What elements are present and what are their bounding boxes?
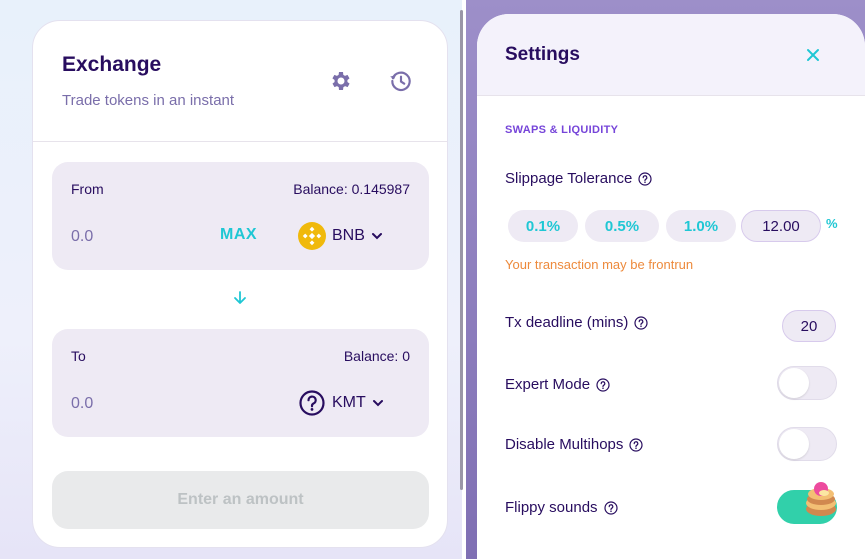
slippage-option-1-0[interactable]: 1.0% bbox=[666, 210, 736, 242]
close-button[interactable] bbox=[802, 44, 824, 66]
slippage-tolerance-label: Slippage Tolerance bbox=[505, 170, 652, 187]
section-label: SWAPS & LIQUIDITY bbox=[505, 124, 619, 136]
help-icon[interactable] bbox=[634, 315, 648, 330]
tx-deadline-label: Tx deadline (mins) bbox=[505, 314, 648, 331]
slippage-unit: % bbox=[826, 216, 838, 231]
history-button[interactable] bbox=[387, 67, 415, 95]
tx-deadline-input[interactable] bbox=[782, 310, 836, 342]
close-icon bbox=[807, 49, 819, 61]
chevron-down-icon bbox=[372, 400, 383, 407]
to-token-panel: To Balance: 0 0.0 KMT bbox=[52, 329, 429, 437]
from-token-name: BNB bbox=[332, 227, 365, 244]
settings-header: Settings bbox=[477, 14, 865, 96]
exchange-subtitle: Trade tokens in an instant bbox=[62, 92, 235, 109]
exchange-header: Exchange Trade tokens in an instant bbox=[33, 21, 447, 142]
gear-icon bbox=[332, 72, 350, 90]
to-token-select[interactable]: KMT bbox=[298, 387, 384, 419]
toggle-knob bbox=[779, 429, 809, 459]
toggle-knob bbox=[804, 479, 838, 519]
bnb-icon bbox=[298, 222, 326, 250]
window-divider bbox=[460, 10, 463, 490]
disable-multihops-label: Disable Multihops bbox=[505, 436, 643, 453]
slippage-option-0-1[interactable]: 0.1% bbox=[508, 210, 578, 242]
from-token-panel: From Balance: 0.145987 0.0 MAX BNB bbox=[52, 162, 429, 270]
max-button[interactable]: MAX bbox=[220, 226, 257, 244]
settings-title: Settings bbox=[505, 44, 580, 65]
help-icon[interactable] bbox=[603, 500, 618, 515]
settings-modal: Settings SWAPS & LIQUIDITY Slippage Tole… bbox=[477, 14, 865, 559]
tx-deadline-text: Tx deadline (mins) bbox=[505, 314, 629, 331]
flippy-sounds-label: Flippy sounds bbox=[505, 499, 618, 516]
expert-mode-toggle[interactable] bbox=[777, 366, 837, 400]
to-balance: Balance: 0 bbox=[343, 348, 410, 364]
arrow-down-icon bbox=[234, 291, 246, 304]
settings-gear-button[interactable] bbox=[326, 67, 354, 95]
help-icon[interactable] bbox=[638, 171, 652, 186]
slippage-option-0-5[interactable]: 0.5% bbox=[585, 210, 659, 242]
slippage-custom-input[interactable] bbox=[741, 210, 821, 242]
to-token-name: KMT bbox=[332, 394, 366, 411]
flippy-sounds-text: Flippy sounds bbox=[505, 499, 598, 516]
help-icon[interactable] bbox=[629, 437, 643, 452]
disable-multihops-text: Disable Multihops bbox=[505, 436, 624, 453]
toggle-knob bbox=[779, 368, 809, 398]
swap-direction-button[interactable] bbox=[230, 288, 250, 308]
from-balance: Balance: 0.145987 bbox=[293, 181, 410, 197]
chevron-down-icon bbox=[371, 233, 382, 240]
flippy-sounds-toggle[interactable] bbox=[777, 482, 837, 524]
pancake-icon bbox=[806, 482, 836, 516]
from-token-select[interactable]: BNB bbox=[298, 220, 383, 252]
slippage-tolerance-text: Slippage Tolerance bbox=[505, 170, 633, 187]
from-label: From bbox=[71, 181, 104, 197]
exchange-title: Exchange bbox=[62, 53, 162, 76]
expert-mode-label: Expert Mode bbox=[505, 376, 610, 393]
from-amount-input[interactable]: 0.0 bbox=[71, 228, 93, 246]
help-icon[interactable] bbox=[596, 377, 610, 392]
question-circle-icon bbox=[299, 390, 325, 416]
to-label: To bbox=[71, 348, 86, 364]
to-amount-input[interactable]: 0.0 bbox=[71, 395, 93, 413]
enter-amount-button[interactable]: Enter an amount bbox=[52, 471, 429, 529]
history-icon bbox=[390, 71, 411, 92]
disable-multihops-toggle[interactable] bbox=[777, 427, 837, 461]
expert-mode-text: Expert Mode bbox=[505, 376, 591, 393]
frontrun-warning: Your transaction may be frontrun bbox=[505, 257, 694, 272]
exchange-card: Exchange Trade tokens in an instant From… bbox=[32, 20, 448, 548]
